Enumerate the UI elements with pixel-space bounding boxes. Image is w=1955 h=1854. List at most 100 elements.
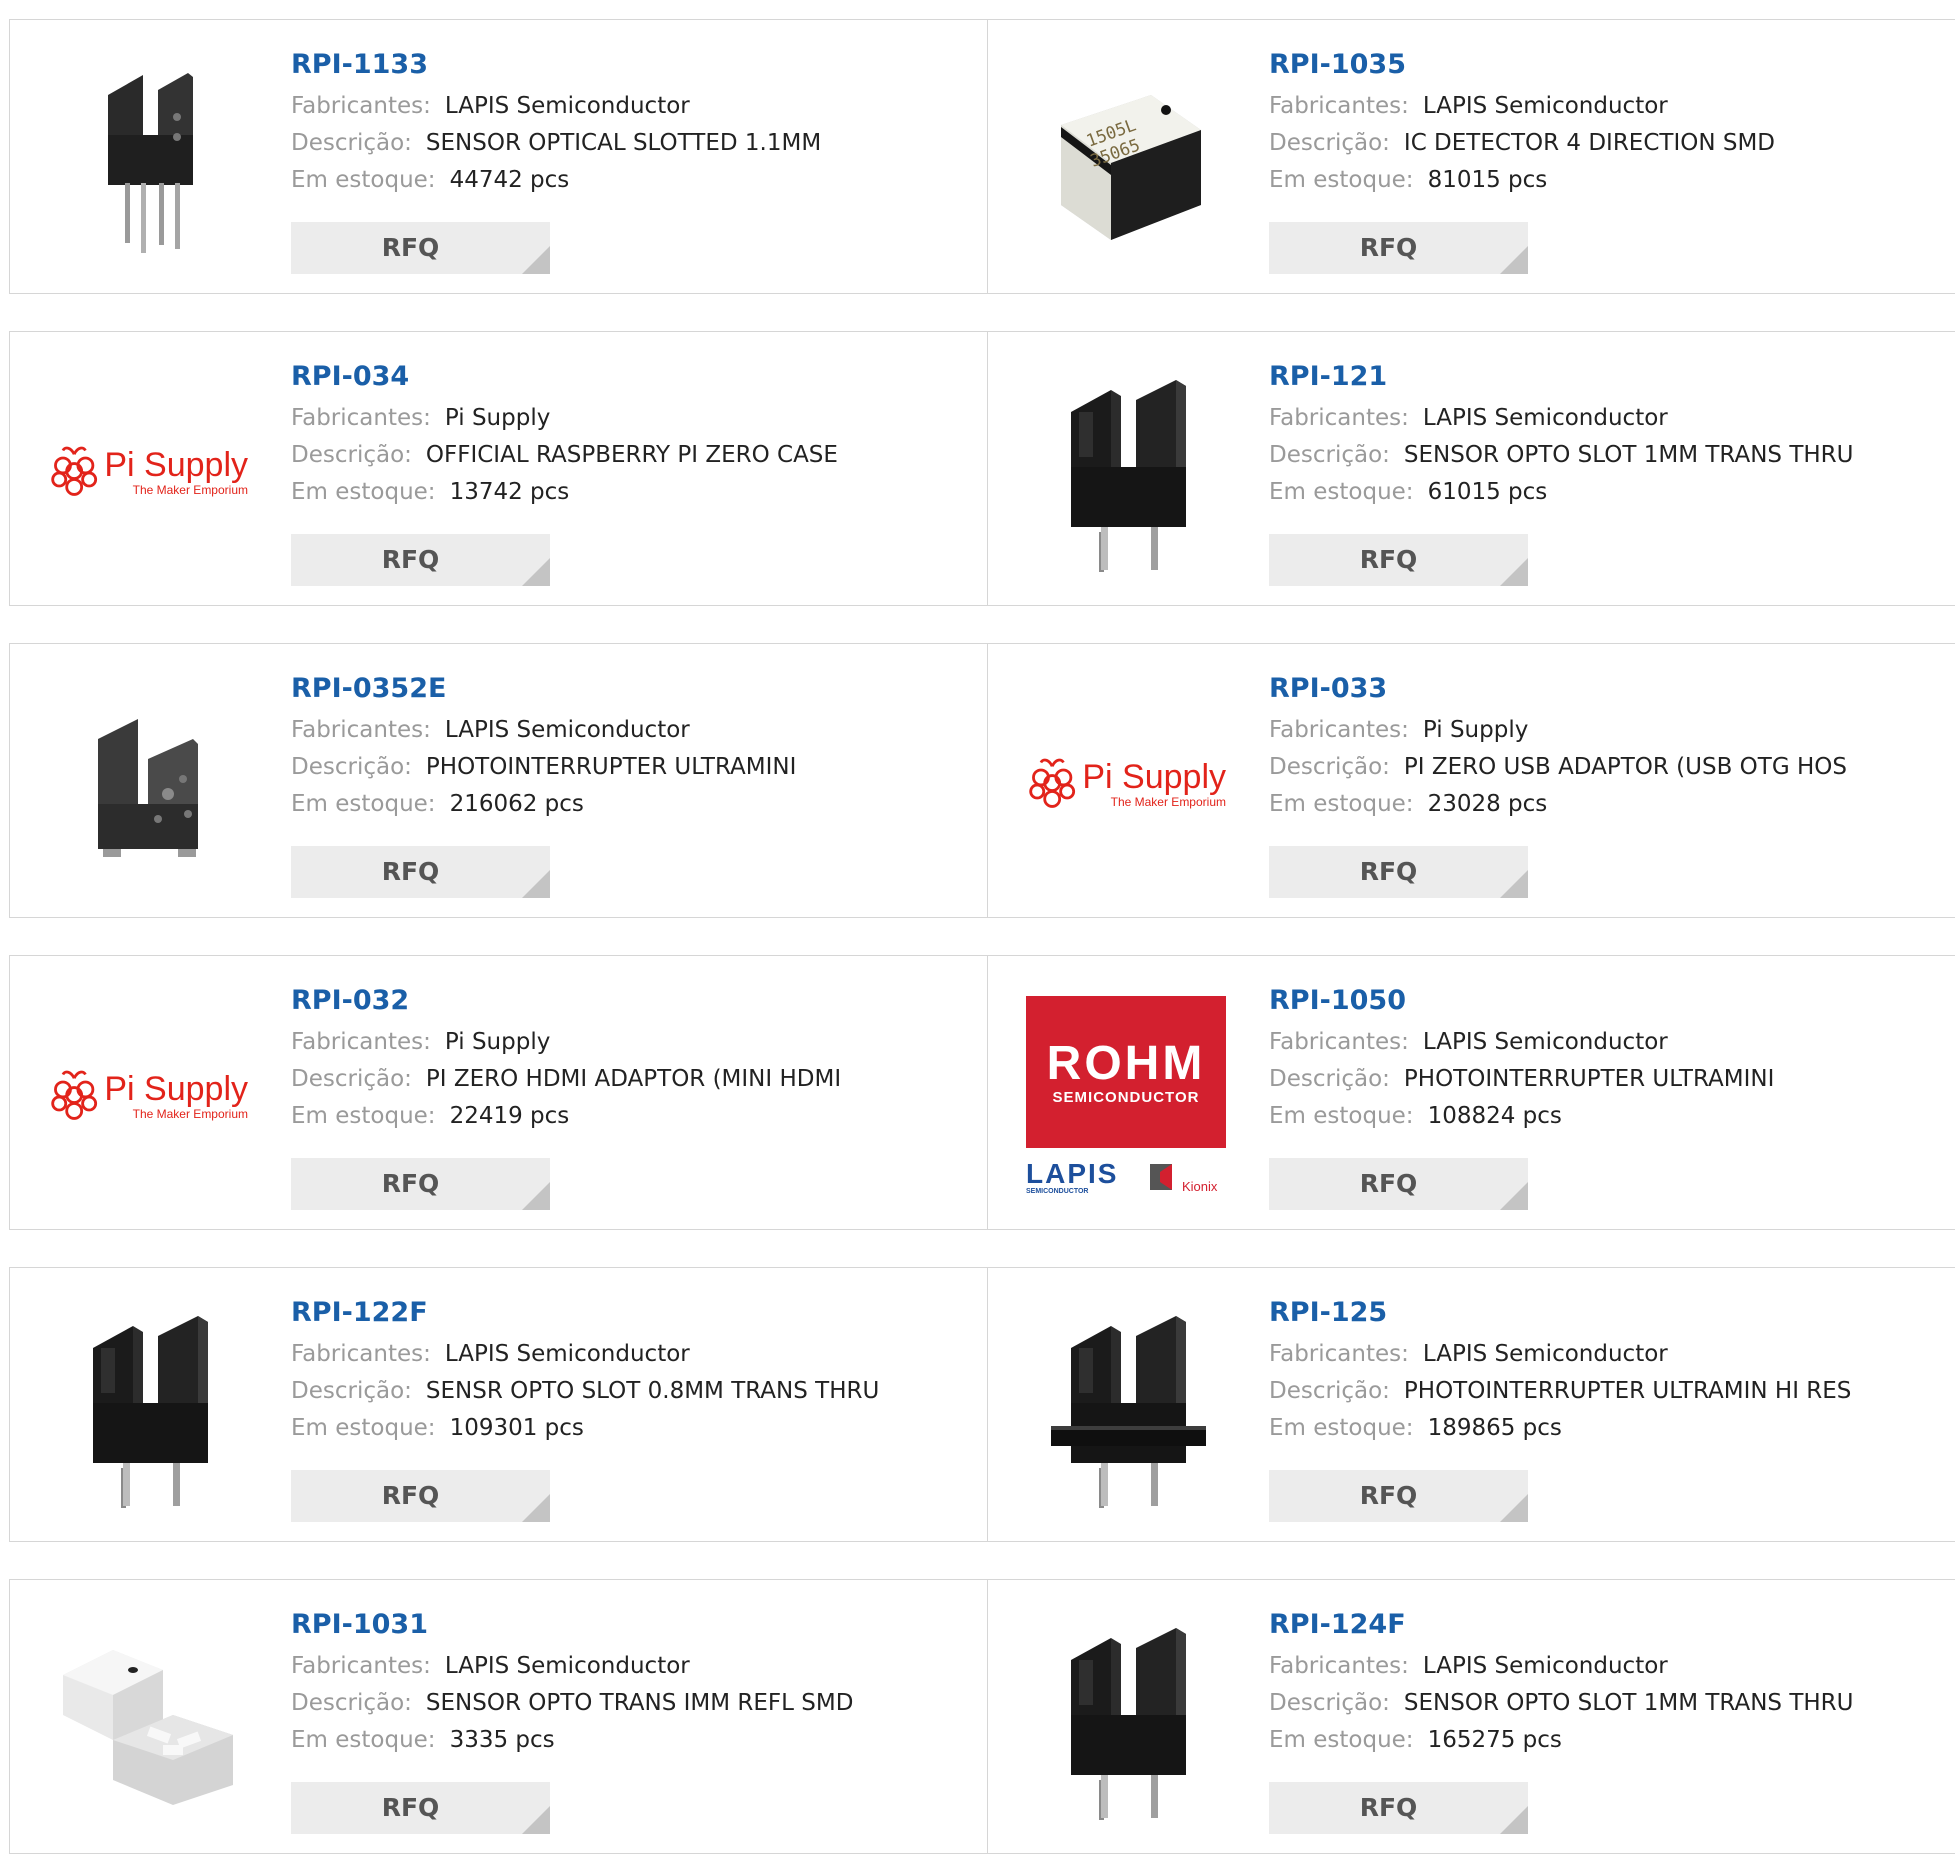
product-info: RPI-032 Fabricantes: Pi Supply Descrição: PI… bbox=[291, 984, 976, 1135]
stock-line: Em estoque: 81015 pcs bbox=[1269, 162, 1946, 199]
description-line: Descrição: OFFICIAL RASPBERRY PI ZERO CAS… bbox=[291, 437, 976, 474]
rfq-button[interactable]: RFQ bbox=[291, 222, 550, 274]
manufacturer-line: Fabricantes: LAPIS Semiconductor bbox=[1269, 88, 1946, 125]
product-image[interactable] bbox=[48, 60, 248, 260]
corner-fold-icon bbox=[522, 1182, 550, 1210]
stock-value: 44742 pcs bbox=[449, 167, 570, 193]
product-card: Pi Supply The Maker Emporium RPI-033 Fabr… bbox=[987, 644, 1955, 917]
description-label: Descrição: bbox=[291, 130, 412, 156]
stock-line: Em estoque: 23028 pcs bbox=[1269, 786, 1946, 823]
rfq-button[interactable]: RFQ bbox=[291, 1782, 550, 1834]
stock-line: Em estoque: 165275 pcs bbox=[1269, 1722, 1946, 1759]
product-info: RPI-124F Fabricantes: LAPIS Semiconductor D… bbox=[1269, 1608, 1946, 1759]
manufacturer-line: Fabricantes: Pi Supply bbox=[291, 400, 976, 437]
corner-fold-icon bbox=[1500, 1494, 1528, 1522]
description-line: Descrição: PHOTOINTERRUPTER ULTRAMIN HI R… bbox=[1269, 1373, 1946, 1410]
stock-value: 109301 pcs bbox=[449, 1415, 584, 1441]
logo-tagline: The Maker Emporium bbox=[132, 483, 248, 497]
rfq-button[interactable]: RFQ bbox=[1269, 846, 1528, 898]
stock-label: Em estoque: bbox=[291, 167, 436, 193]
product-image[interactable] bbox=[48, 1308, 248, 1508]
manufacturer-value: LAPIS Semiconductor bbox=[1422, 1029, 1668, 1055]
part-number-link[interactable]: RPI-1133 bbox=[291, 48, 976, 82]
product-image[interactable] bbox=[48, 1620, 248, 1820]
part-number-link[interactable]: RPI-1035 bbox=[1269, 48, 1946, 82]
stock-label: Em estoque: bbox=[291, 1415, 436, 1441]
description-line: Descrição: SENSOR OPTICAL SLOTTED 1.1MM bbox=[291, 125, 976, 162]
rfq-label: RFQ bbox=[1359, 1481, 1418, 1510]
product-info: RPI-1031 Fabricantes: LAPIS Semiconductor D… bbox=[291, 1608, 976, 1759]
description-value: IC DETECTOR 4 DIRECTION SMD bbox=[1403, 130, 1776, 156]
manufacturer-line: Fabricantes: LAPIS Semiconductor bbox=[291, 712, 976, 749]
product-image[interactable]: 1505L 35065 bbox=[1026, 60, 1226, 260]
description-label: Descrição: bbox=[291, 1690, 412, 1716]
product-image[interactable] bbox=[1026, 1620, 1226, 1820]
part-number-link[interactable]: RPI-125 bbox=[1269, 1296, 1946, 1330]
slotted-sensor-icon bbox=[93, 1316, 208, 1508]
product-info: RPI-0352E Fabricantes: LAPIS Semiconductor… bbox=[291, 672, 976, 823]
corner-fold-icon bbox=[1500, 870, 1528, 898]
manufacturer-label: Fabricantes: bbox=[291, 1653, 431, 1679]
part-number-link[interactable]: RPI-1050 bbox=[1269, 984, 1946, 1018]
rfq-label: RFQ bbox=[1359, 1169, 1418, 1198]
manufacturer-label: Fabricantes: bbox=[1269, 93, 1409, 119]
stock-value: 13742 pcs bbox=[449, 479, 570, 505]
product-card: RPI-124F Fabricantes: LAPIS Semiconductor D… bbox=[987, 1580, 1955, 1853]
manufacturer-line: Fabricantes: LAPIS Semiconductor bbox=[1269, 400, 1946, 437]
description-label: Descrição: bbox=[1269, 1066, 1390, 1092]
part-number-link[interactable]: RPI-122F bbox=[291, 1296, 976, 1330]
description-value: PI ZERO USB ADAPTOR (USB OTG HOS bbox=[1403, 754, 1847, 780]
product-image[interactable] bbox=[1026, 372, 1226, 572]
manufacturer-line: Fabricantes: LAPIS Semiconductor bbox=[1269, 1336, 1946, 1373]
stock-label: Em estoque: bbox=[1269, 1727, 1414, 1753]
part-number-link[interactable]: RPI-121 bbox=[1269, 360, 1946, 394]
flanged-slotted-sensor-icon bbox=[1051, 1316, 1206, 1508]
stock-line: Em estoque: 13742 pcs bbox=[291, 474, 976, 511]
slotted-sensor-small-icon bbox=[108, 73, 193, 253]
rfq-label: RFQ bbox=[1359, 857, 1418, 886]
manufacturer-label: Fabricantes: bbox=[291, 717, 431, 743]
part-number-link[interactable]: RPI-032 bbox=[291, 984, 976, 1018]
pi-supply-logo[interactable]: Pi Supply The Maker Emporium bbox=[1026, 684, 1226, 884]
description-line: Descrição: PHOTOINTERRUPTER ULTRAMINI bbox=[1269, 1061, 1946, 1098]
rfq-button[interactable]: RFQ bbox=[1269, 1158, 1528, 1210]
part-number-link[interactable]: RPI-1031 bbox=[291, 1608, 976, 1642]
logo-title: Pi Supply bbox=[104, 1070, 248, 1108]
description-value: SENSOR OPTO SLOT 1MM TRANS THRU bbox=[1403, 442, 1854, 468]
pi-supply-logo[interactable]: Pi Supply The Maker Emporium bbox=[48, 372, 248, 572]
manufacturer-label: Fabricantes: bbox=[291, 405, 431, 431]
rfq-button[interactable]: RFQ bbox=[1269, 1782, 1528, 1834]
rfq-button[interactable]: RFQ bbox=[1269, 1470, 1528, 1522]
smd-chip-icon: 1505L 35065 bbox=[1061, 95, 1201, 240]
description-label: Descrição: bbox=[1269, 130, 1390, 156]
part-number-link[interactable]: RPI-0352E bbox=[291, 672, 976, 706]
rfq-label: RFQ bbox=[381, 1793, 440, 1822]
stock-line: Em estoque: 22419 pcs bbox=[291, 1098, 976, 1135]
description-line: Descrição: PHOTOINTERRUPTER ULTRAMINI bbox=[291, 749, 976, 786]
product-card: 1505L 35065 RPI-1035 Fabricantes: LAPIS Se… bbox=[987, 20, 1955, 293]
rfq-button[interactable]: RFQ bbox=[1269, 222, 1528, 274]
part-number-link[interactable]: RPI-033 bbox=[1269, 672, 1946, 706]
rfq-button[interactable]: RFQ bbox=[1269, 534, 1528, 586]
rfq-button[interactable]: RFQ bbox=[291, 534, 550, 586]
product-image[interactable] bbox=[1026, 1308, 1226, 1508]
rfq-button[interactable]: RFQ bbox=[291, 1158, 550, 1210]
description-value: SENSOR OPTICAL SLOTTED 1.1MM bbox=[425, 130, 822, 156]
part-number-link[interactable]: RPI-034 bbox=[291, 360, 976, 394]
rfq-button[interactable]: RFQ bbox=[291, 1470, 550, 1522]
description-label: Descrição: bbox=[291, 442, 412, 468]
corner-fold-icon bbox=[522, 1806, 550, 1834]
part-number-link[interactable]: RPI-124F bbox=[1269, 1608, 1946, 1642]
pi-supply-logo[interactable]: Pi Supply The Maker Emporium bbox=[48, 996, 248, 1196]
stock-line: Em estoque: 44742 pcs bbox=[291, 162, 976, 199]
rfq-button[interactable]: RFQ bbox=[291, 846, 550, 898]
product-image[interactable] bbox=[48, 684, 248, 884]
rohm-lapis-logo[interactable]: ROHM SEMICONDUCTOR LAPIS SEMICONDUCTOR K… bbox=[1026, 996, 1226, 1196]
description-label: Descrição: bbox=[291, 754, 412, 780]
product-info: RPI-034 Fabricantes: Pi Supply Descrição: OF… bbox=[291, 360, 976, 511]
raspberry-icon bbox=[1029, 758, 1076, 808]
stock-value: 165275 pcs bbox=[1427, 1727, 1562, 1753]
rfq-label: RFQ bbox=[381, 233, 440, 262]
product-row: Pi Supply The Maker Emporium RPI-032 Fabr… bbox=[9, 955, 1955, 1230]
logo-title: Pi Supply bbox=[104, 446, 248, 484]
